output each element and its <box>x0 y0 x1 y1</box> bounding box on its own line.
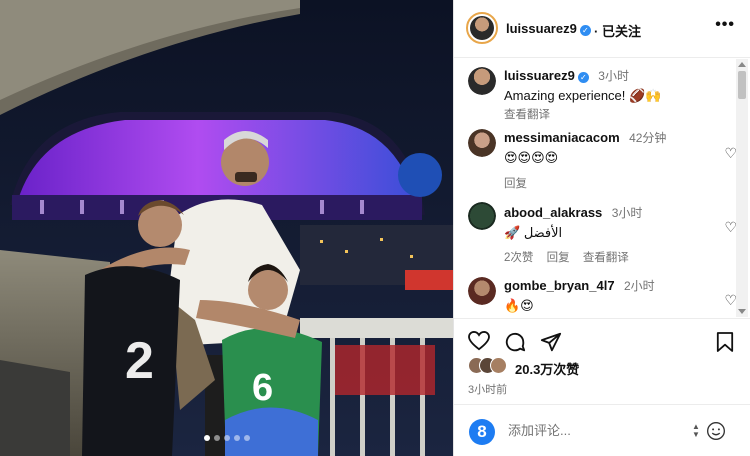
follow-status[interactable]: · 已关注 <box>594 21 641 40</box>
like-count[interactable]: 2次赞 <box>504 252 533 264</box>
verified-icon: ✓ <box>577 72 589 83</box>
carousel-dot[interactable] <box>243 435 250 441</box>
caption-time: 3小时 <box>598 69 629 83</box>
likes-count[interactable]: 20.3万次赞 <box>515 359 579 378</box>
carousel-dot[interactable] <box>223 435 230 441</box>
comment-avatar[interactable] <box>468 277 496 305</box>
carousel-dot[interactable] <box>203 435 210 441</box>
carousel-dot[interactable] <box>213 435 220 441</box>
carousel-dot[interactable] <box>233 435 240 441</box>
caption-author[interactable]: luissuarez9 <box>504 68 575 83</box>
comment-icon[interactable] <box>504 331 526 353</box>
caption-text: Amazing experience! 🏈🙌 <box>504 88 662 103</box>
comment-text: 😍😍😍😍 <box>504 150 559 165</box>
verified-icon: ✓ <box>579 25 591 36</box>
share-icon[interactable] <box>540 331 562 353</box>
liker-avatar <box>490 357 507 374</box>
comments-list: luissuarez9 ✓ 3小时 Amazing experience! 🏈🙌 … <box>454 59 750 317</box>
author-name-text: luissuarez9 <box>506 21 577 36</box>
carousel-dots <box>0 428 453 446</box>
more-icon[interactable]: ••• <box>715 16 735 34</box>
caption-avatar[interactable] <box>468 67 496 95</box>
app-badge-icon: 8 <box>469 419 495 445</box>
photo-scene: 2 6 <box>0 0 453 456</box>
comment-item: gombe_bryan_4l7 2小时 🔥😍 <box>504 277 734 314</box>
post-photo[interactable]: 2 6 <box>0 0 453 456</box>
translate-link[interactable]: 查看翻译 <box>504 109 550 121</box>
comment-text: 🚀 الأفضل <box>504 225 563 240</box>
post-actions: 20.3万次赞 3小时前 <box>454 318 750 398</box>
comment-input[interactable] <box>508 423 678 438</box>
comment-author[interactable]: messimaniacacom <box>504 130 620 145</box>
scroll-up-arrow[interactable] <box>738 62 746 67</box>
comment-time: 42分钟 <box>629 131 667 145</box>
scroll-thumb[interactable] <box>738 71 746 99</box>
comment-item: messimaniacacom 42分钟 😍😍😍😍 回复 <box>504 129 734 191</box>
heart-icon[interactable] <box>468 331 490 351</box>
reply-link[interactable]: 回复 <box>547 252 570 264</box>
comment-avatar[interactable] <box>468 129 496 157</box>
comments-scrollbar[interactable] <box>736 59 748 317</box>
add-comment-bar: 8 ▲▼ <box>454 404 750 456</box>
comment-time: 3小时 <box>611 206 643 220</box>
post-header: luissuarez9 ✓ · 已关注 ••• <box>454 0 750 58</box>
comment-author[interactable]: gombe_bryan_4l7 <box>504 278 615 293</box>
comment-text: 🔥😍 <box>504 298 534 313</box>
emoji-icon[interactable] <box>706 421 726 441</box>
bookmark-icon[interactable] <box>716 331 734 353</box>
author-avatar[interactable] <box>466 12 498 44</box>
comment-time: 2小时 <box>624 279 655 293</box>
reply-link[interactable]: 回复 <box>504 178 527 190</box>
scroll-down-arrow[interactable] <box>738 309 746 314</box>
translate-link[interactable]: 查看翻译 <box>583 252 629 264</box>
post-timestamp: 3小时前 <box>468 384 508 396</box>
caption: luissuarez9 ✓ 3小时 Amazing experience! 🏈🙌 … <box>504 67 734 122</box>
spinner-icon[interactable]: ▲ ▼ <box>692 423 700 439</box>
comment-avatar[interactable] <box>468 202 496 230</box>
comment-item: abood_alakrass 3小时 🚀 الأفضل 2次赞 回复 查看翻译 <box>504 204 734 265</box>
post-details-panel: luissuarez9 ✓ · 已关注 ••• luissuarez9 ✓ 3小时 … <box>453 0 750 456</box>
author-name[interactable]: luissuarez9 ✓ <box>506 21 591 36</box>
jersey-number-left: 2 <box>125 332 154 390</box>
comment-author[interactable]: abood_alakrass <box>504 205 602 220</box>
jersey-number-right: 6 <box>252 367 273 409</box>
